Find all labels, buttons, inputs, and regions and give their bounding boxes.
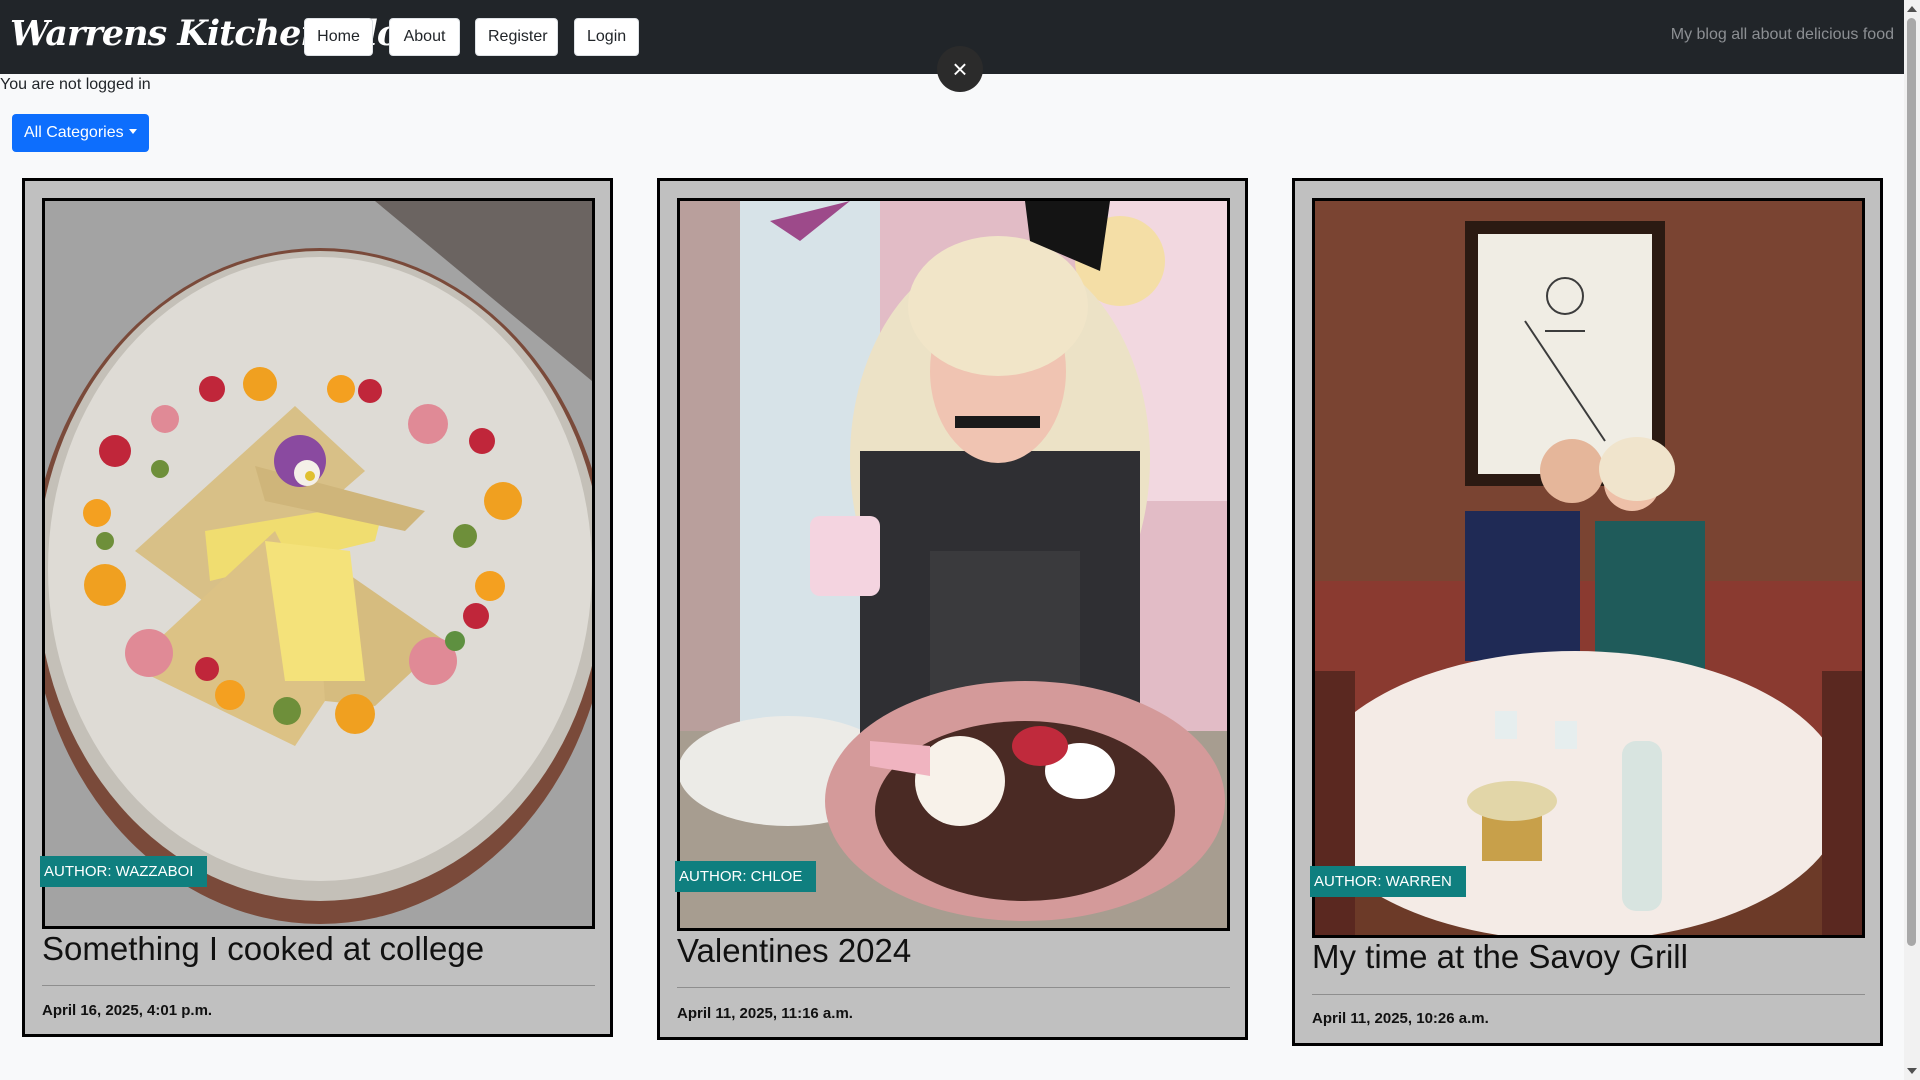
card-divider [1312,994,1865,995]
post-card[interactable]: AUTHOR: CHLOE Valentines 2024 April 11, … [657,178,1248,1040]
nav-about-button[interactable]: About [389,18,460,56]
restaurant-couple-illustration [1315,201,1862,935]
post-card[interactable]: AUTHOR: WAZZABOI Something I cooked at c… [22,178,613,1037]
post-image-food-plate[interactable] [42,198,595,929]
site-tagline: My blog all about delicious food [1670,26,1894,43]
post-date: April 11, 2025, 11:16 a.m. [677,1005,853,1022]
category-dropdown-button[interactable]: All Categories [12,114,149,152]
food-plate-illustration [45,201,592,926]
post-date: April 16, 2025, 4:01 p.m. [42,1002,213,1019]
category-dropdown-label: All Categories [24,124,124,141]
scroll-down-arrow-icon[interactable] [1907,1068,1917,1074]
post-title[interactable]: Valentines 2024 [677,932,911,970]
nav-login-button[interactable]: Login [574,18,639,56]
card-divider [42,985,595,986]
login-status-text: You are not logged in [0,76,151,93]
overlay-close-button[interactable]: × [937,46,983,92]
post-title[interactable]: Something I cooked at college [42,930,484,968]
scroll-up-arrow-icon[interactable] [1907,6,1917,12]
post-author-badge: AUTHOR: CHLOE [675,861,817,892]
post-date: April 11, 2025, 10:26 a.m. [1312,1010,1489,1027]
post-author-badge: AUTHOR: WAZZABOI [40,856,208,887]
nav-home-button[interactable]: Home [304,18,373,56]
post-author-badge: AUTHOR: WARREN [1310,866,1466,897]
post-image-cafe-portrait[interactable] [677,198,1230,931]
caret-down-icon [128,129,137,134]
close-icon: × [952,54,968,84]
page-scrollbar[interactable] [1904,0,1920,1080]
cafe-portrait-illustration [680,201,1227,928]
post-card[interactable]: AUTHOR: WARREN My time at the Savoy Gril… [1292,178,1883,1046]
scrollbar-thumb[interactable] [1907,18,1916,946]
card-divider [677,987,1230,988]
nav-register-button[interactable]: Register [475,18,558,56]
post-image-restaurant-couple[interactable] [1312,198,1865,938]
post-title[interactable]: My time at the Savoy Grill [1312,938,1688,976]
